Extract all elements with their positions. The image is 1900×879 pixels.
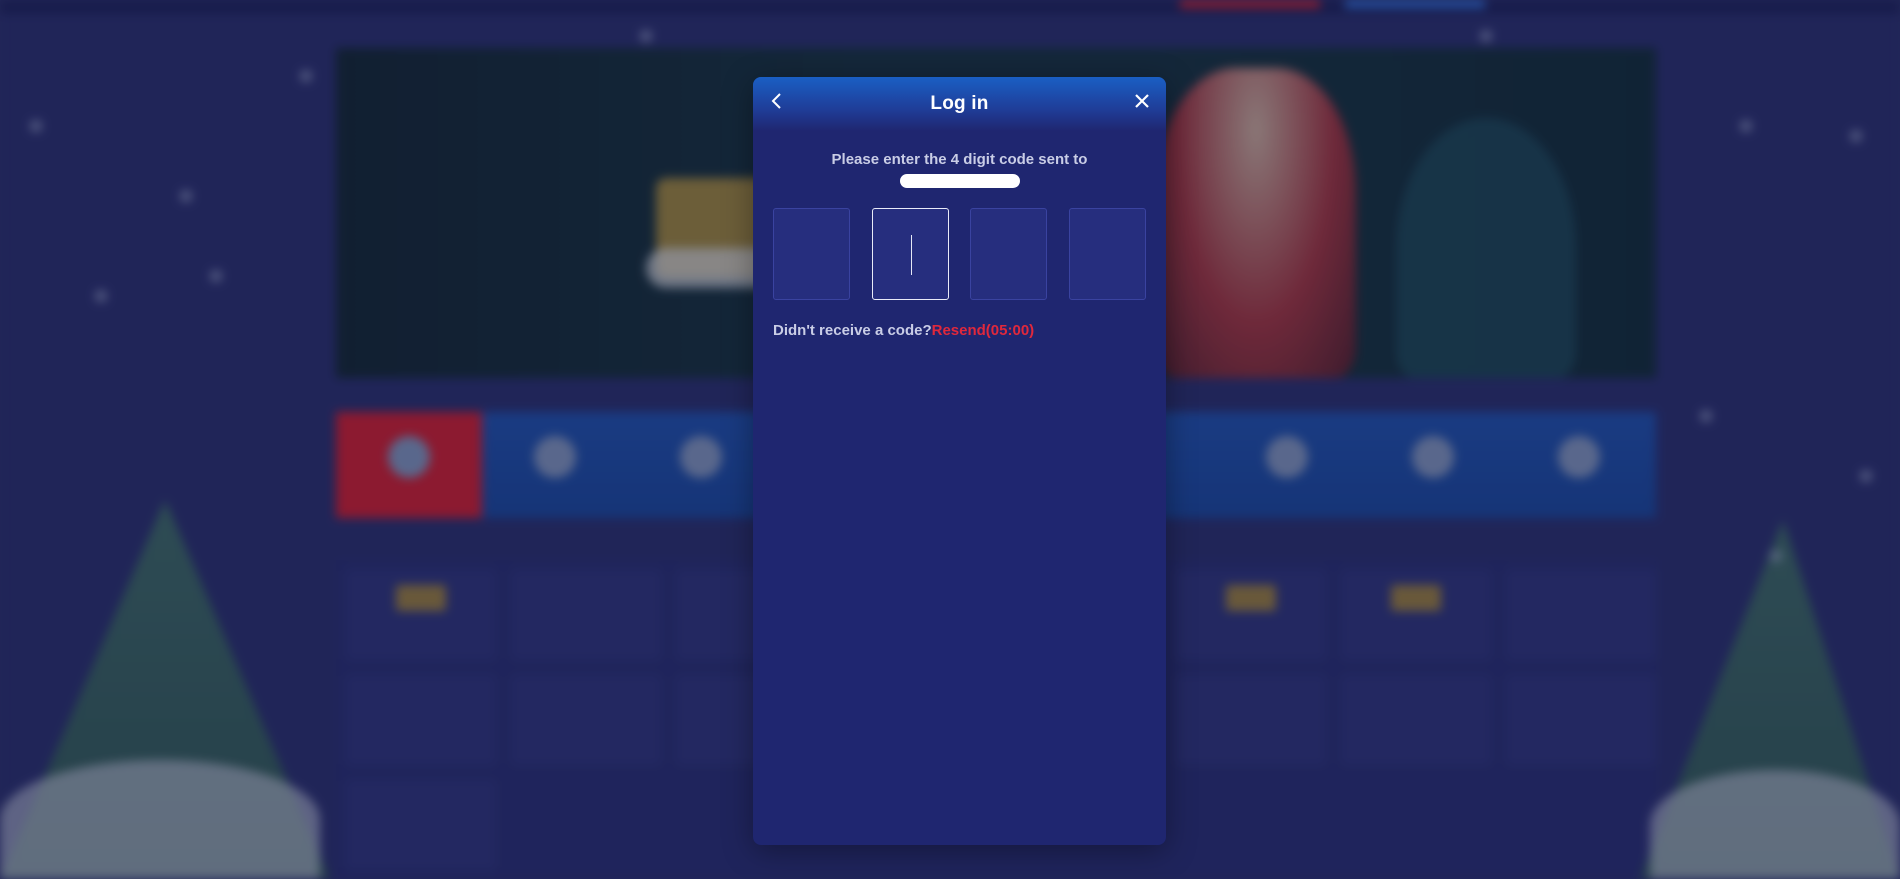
resend-question: Didn't receive a code? [773, 322, 932, 339]
close-icon [1134, 93, 1150, 114]
back-button[interactable] [763, 89, 791, 117]
otp-digit-input-4[interactable] [1068, 208, 1146, 300]
otp-digit-input-1[interactable] [773, 208, 850, 300]
redacted-phone-number [899, 174, 1020, 188]
code-prompt: Please enter the 4 digit code sent to [831, 151, 1088, 168]
close-button[interactable] [1128, 89, 1156, 117]
login-modal: Log in Please enter the 4 digit code sen… [753, 77, 1166, 845]
modal-title: Log in [930, 93, 989, 114]
otp-digit-input-3[interactable] [970, 208, 1048, 300]
otp-code-inputs [753, 208, 1166, 300]
resend-line: Didn't receive a code?Resend(05:00) [753, 322, 1166, 339]
text-caret [910, 235, 912, 275]
chevron-left-icon [770, 92, 784, 115]
otp-digit-input-2[interactable] [871, 208, 949, 300]
resend-code-link[interactable]: Resend(05:00) [932, 322, 1035, 339]
modal-header: Log in [753, 77, 1166, 131]
